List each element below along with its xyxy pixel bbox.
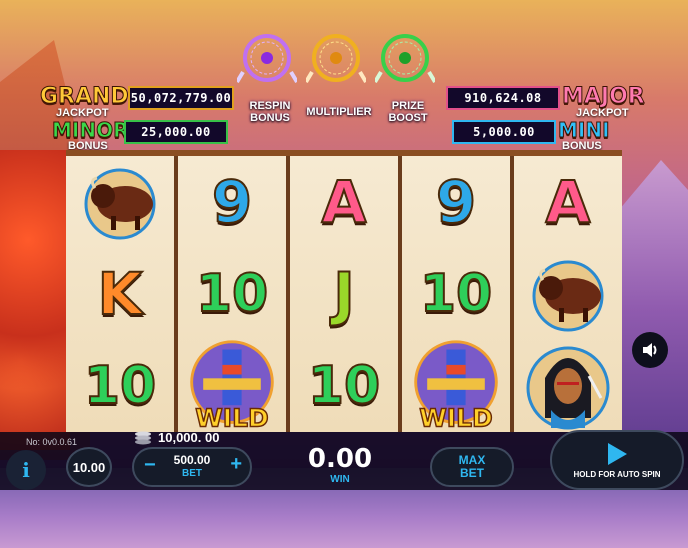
- minor-bonus-title: MINOR: [51, 118, 129, 143]
- label-line: BONUS: [250, 112, 290, 124]
- coin-stack-icon: [135, 431, 151, 444]
- respin-bonus-label: RESPIN BONUS: [236, 100, 304, 124]
- reel-4: 9 10 WILD: [402, 156, 510, 433]
- multiplier-label: MULTIPLIER: [305, 106, 373, 118]
- major-jackpot-value: 910,624.08: [446, 86, 560, 110]
- spin-button[interactable]: HOLD FOR AUTO SPIN: [550, 430, 684, 490]
- label-line: BOOST: [388, 112, 428, 124]
- quick-bet-value: 10.00: [72, 459, 106, 475]
- background-red-tree: [0, 150, 70, 450]
- grand-jackpot-title: GRAND: [40, 84, 130, 110]
- win-display: 0.00 WIN: [290, 444, 390, 485]
- bet-stepper: − 500.00 BET +: [132, 447, 252, 487]
- chief-portrait-icon: [520, 343, 616, 430]
- grand-jackpot-value: 50,072,779.00: [128, 86, 234, 110]
- label-line: RESPIN: [249, 100, 291, 112]
- reel-3: A J 10: [290, 156, 398, 432]
- increase-bet-button[interactable]: +: [230, 453, 242, 476]
- balance-value: 10,000. 00: [158, 430, 220, 445]
- label-line: PRIZE: [391, 100, 425, 112]
- dreamcatcher-green-icon: [374, 32, 436, 90]
- win-value: 0.00: [307, 444, 373, 474]
- bet-label: BET: [181, 468, 202, 479]
- wild-text: WILD: [195, 403, 268, 432]
- symbol-10: 10: [195, 263, 269, 325]
- wild-text: WILD: [419, 403, 492, 432]
- symbol-j: J: [332, 259, 356, 329]
- mini-bonus-title: MINI: [558, 118, 611, 143]
- label-line: MULTIPLIER: [306, 106, 372, 118]
- max-bet-button[interactable]: MAX BET: [430, 447, 514, 487]
- symbol-10: 10: [307, 355, 381, 417]
- reel-2: 9 10 WILD: [178, 156, 286, 433]
- quick-bet-button[interactable]: 10.00: [66, 447, 112, 487]
- wild-totem-icon: WILD: [184, 340, 280, 433]
- symbol-9: 9: [211, 167, 253, 237]
- mini-bonus-value: 5,000.00: [452, 120, 556, 144]
- symbol-a: A: [545, 167, 592, 237]
- symbol-10: 10: [419, 263, 493, 325]
- reel-5: A: [514, 156, 622, 432]
- win-label: WIN: [330, 474, 350, 485]
- symbol-a: A: [321, 167, 368, 237]
- symbol-9: 9: [435, 167, 477, 237]
- play-icon: [608, 442, 627, 465]
- info-icon: i: [22, 458, 30, 482]
- max-bet-line2: BET: [460, 466, 484, 480]
- dreamcatcher-gold-icon: [305, 32, 367, 90]
- speaker-icon: [643, 343, 657, 357]
- reels-grid: K 10 9 10 WILD A J 10 9 10 WILD A: [66, 150, 622, 433]
- feature-dreamcatchers: [236, 32, 436, 92]
- sound-button[interactable]: [632, 332, 668, 368]
- info-button[interactable]: i: [6, 450, 46, 490]
- major-jackpot-title: MAJOR: [562, 84, 646, 110]
- balance-display: 10,000. 00: [134, 430, 219, 445]
- wild-totem-icon: WILD: [408, 340, 504, 433]
- dreamcatcher-purple-icon: [236, 32, 298, 90]
- minor-bonus-value: 25,000.00: [124, 120, 228, 144]
- buffalo-icon: [72, 159, 168, 245]
- bet-value: 500.00: [173, 453, 211, 467]
- symbol-10: 10: [83, 355, 157, 417]
- decrease-bet-button[interactable]: −: [144, 454, 156, 477]
- autospin-label: HOLD FOR AUTO SPIN: [573, 469, 661, 479]
- feature-labels: RESPIN BONUS MULTIPLIER PRIZE BOOST: [236, 100, 442, 124]
- version-label: No: 0v0.0.61: [26, 437, 78, 447]
- reel-1: K 10: [66, 156, 174, 432]
- prize-boost-label: PRIZE BOOST: [374, 100, 442, 124]
- symbol-k: K: [97, 259, 144, 329]
- buffalo-icon: [520, 251, 616, 337]
